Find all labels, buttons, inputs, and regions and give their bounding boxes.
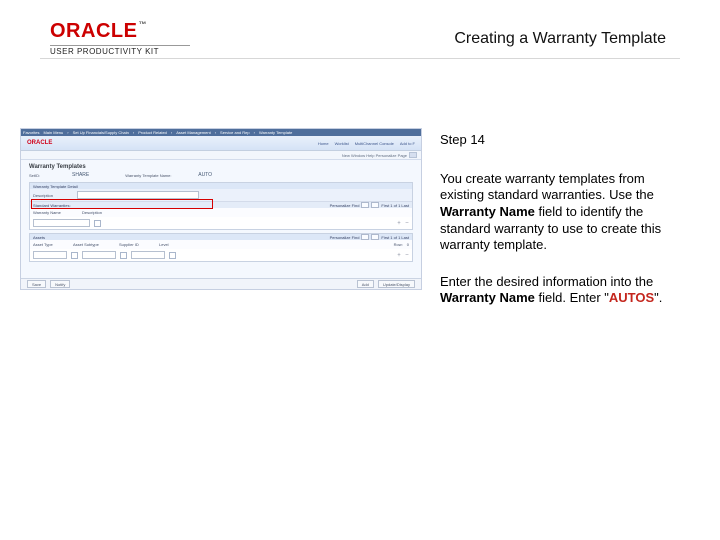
assets-title: Assets <box>33 235 45 240</box>
asset-subtype-input[interactable] <box>82 251 116 259</box>
setid-label: SetID: <box>29 173 69 178</box>
personalize-link: Personalize Find <box>330 203 360 208</box>
breadcrumb-item: Product Related <box>138 130 167 135</box>
form-footer: Save Notify Add Update/Display <box>21 278 421 289</box>
description-input[interactable] <box>77 191 199 199</box>
page-title: Creating a Warranty Template <box>454 30 666 48</box>
warranty-name-row: Warranty Name Description <box>30 208 412 217</box>
instruction-paragraph-1: You create warranty templates from exist… <box>440 171 670 254</box>
setid-value: SHARE <box>72 172 89 178</box>
plus-icon[interactable]: ＋ <box>397 252 401 258</box>
grid-icon <box>361 234 369 240</box>
lookup-icon[interactable] <box>71 252 78 259</box>
breadcrumb-item: Warranty Template <box>259 130 292 135</box>
template-name-value: AUTO <box>198 172 212 178</box>
page-toolbar: New Window Help Personalize Page <box>21 151 421 160</box>
header-divider <box>40 58 680 59</box>
row-label: Row: <box>394 242 403 247</box>
description-col: Description <box>82 210 142 215</box>
panel-title: Warranty Template Detail <box>33 184 78 189</box>
warranty-name-input[interactable] <box>33 219 90 227</box>
row-value: 0 <box>407 242 409 247</box>
standard-warranties-label: Standard Warranties: <box>33 203 71 208</box>
minus-icon[interactable]: － <box>405 252 409 258</box>
toolbar-icon <box>409 152 417 158</box>
col-level: Level <box>159 242 181 247</box>
instruction-panel: Step 14 You create warranty templates fr… <box>440 132 670 327</box>
field-name-bold: Warranty Name <box>440 290 535 305</box>
lookup-icon[interactable] <box>120 252 127 259</box>
download-icon <box>371 202 379 208</box>
download-icon <box>371 234 379 240</box>
col-asset-type: Asset Type <box>33 242 69 247</box>
app-brand-bar: ORACLE Home Worklist MultiChannel Consol… <box>21 136 421 151</box>
warranty-name-input-row: ＋ － <box>30 217 412 229</box>
form-body: Warranty Templates SetID: SHARE Warranty… <box>21 160 421 266</box>
oracle-text: ORACLE <box>50 20 137 42</box>
warranty-name-col: Warranty Name <box>33 210 78 215</box>
assets-input-row: ＋ － <box>30 249 412 261</box>
global-link: Home <box>318 141 329 146</box>
breadcrumb-item: Favorites <box>23 130 39 135</box>
setid-row: SetID: SHARE Warranty Template Name: AUT… <box>29 172 413 178</box>
supplier-id-input[interactable] <box>131 251 165 259</box>
save-button[interactable]: Save <box>27 280 46 288</box>
logo-subtitle: USER PRODUCTIVITY KIT <box>50 45 190 56</box>
form-title: Warranty Templates <box>29 164 413 170</box>
asset-type-input[interactable] <box>33 251 67 259</box>
field-name-bold: Warranty Name <box>440 204 535 219</box>
step-number: Step 14 <box>440 132 670 149</box>
assets-columns: Asset Type Asset Subtype Supplier ID Lev… <box>30 240 412 249</box>
nav-text: First 1 of 1 Last <box>381 235 409 240</box>
input-value-highlight: AUTOS <box>609 290 654 305</box>
lookup-icon[interactable] <box>94 220 101 227</box>
add-button[interactable]: Add <box>357 280 374 288</box>
update-display-button[interactable]: Update/Display <box>378 280 415 288</box>
nav-text: First 1 of 1 Last <box>381 203 409 208</box>
app-brand: ORACLE <box>27 140 52 146</box>
col-supplier-id: Supplier ID <box>119 242 155 247</box>
grid-icon <box>361 202 369 208</box>
breadcrumb-item: Asset Management <box>176 130 210 135</box>
instruction-paragraph-2: Enter the desired information into the W… <box>440 274 670 307</box>
template-name-label: Warranty Template Name: <box>125 173 195 178</box>
minus-icon[interactable]: － <box>405 220 409 226</box>
breadcrumb-bar: Favorites Main Menu › Set Up Financials/… <box>21 129 421 136</box>
global-links: Home Worklist MultiChannel Console Add t… <box>318 141 415 146</box>
col-asset-subtype: Asset Subtype <box>73 242 115 247</box>
plus-icon[interactable]: ＋ <box>397 220 401 226</box>
assets-panel: Assets Personalize Find First 1 of 1 Las… <box>29 233 413 262</box>
global-link: Worklist <box>335 141 349 146</box>
vendor-logo: ORACLE™ USER PRODUCTIVITY KIT <box>50 20 190 56</box>
tutorial-page: ORACLE™ USER PRODUCTIVITY KIT Creating a… <box>0 0 720 540</box>
lookup-icon[interactable] <box>169 252 176 259</box>
breadcrumb-item: Set Up Financials/Supply Chain <box>73 130 129 135</box>
description-row: Description <box>30 189 412 201</box>
breadcrumb-item: Main Menu <box>43 130 63 135</box>
toolbar-links: New Window Help Personalize Page <box>342 153 407 158</box>
oracle-wordmark: ORACLE™ <box>50 20 190 43</box>
personalize-link: Personalize Find <box>330 235 360 240</box>
notify-button[interactable]: Notify <box>50 280 70 288</box>
app-screenshot: Favorites Main Menu › Set Up Financials/… <box>20 128 422 290</box>
breadcrumb-item: Service and Rep <box>220 130 250 135</box>
global-link: MultiChannel Console <box>355 141 394 146</box>
global-link: Add to F <box>400 141 415 146</box>
trademark: ™ <box>138 20 147 29</box>
warranty-template-detail-panel: Warranty Template Detail Description Sta… <box>29 182 413 230</box>
